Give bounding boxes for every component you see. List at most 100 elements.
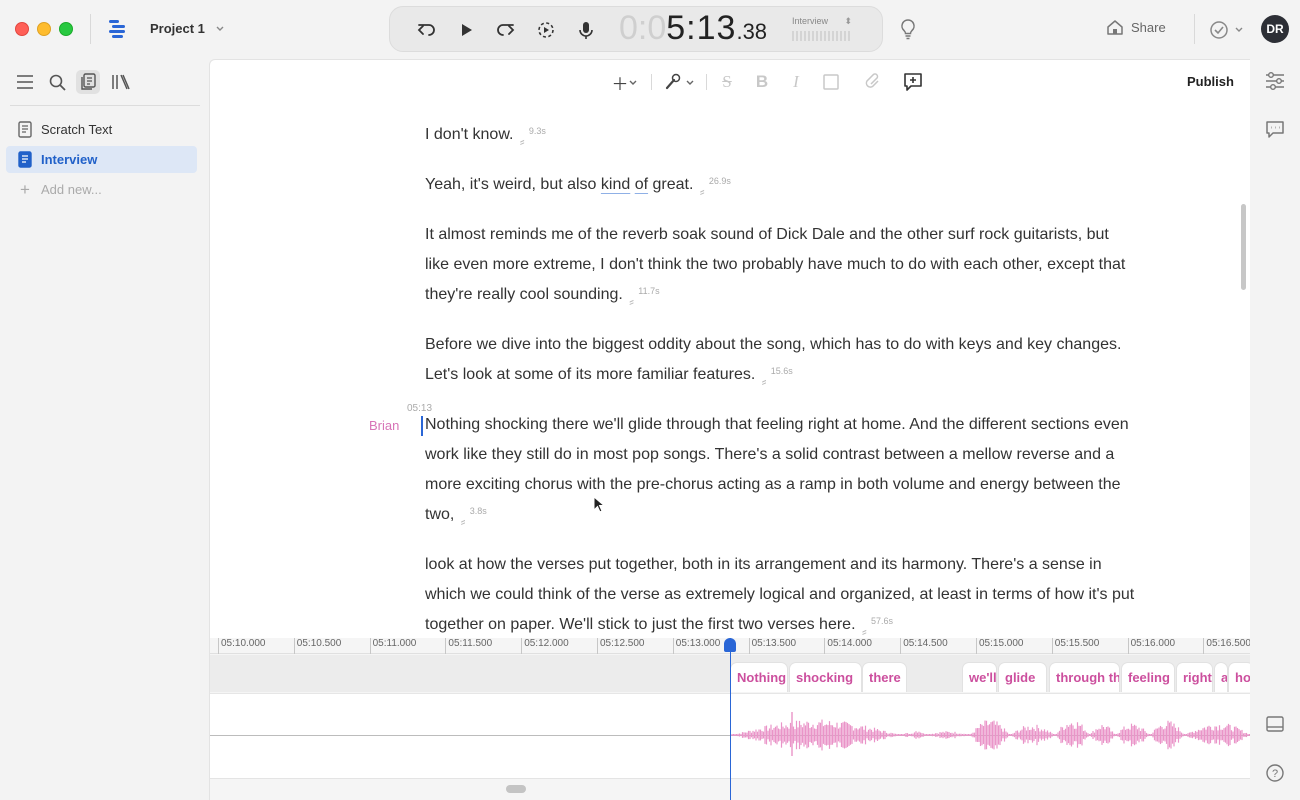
sidebar-item-label: Interview — [41, 152, 98, 167]
loop-icon[interactable] — [535, 19, 557, 41]
chevron-down-icon[interactable] — [215, 25, 225, 33]
divider — [651, 74, 652, 90]
share-button[interactable]: Share — [1106, 19, 1166, 35]
zoom-window-button[interactable] — [59, 22, 73, 36]
divider — [1194, 14, 1195, 44]
word-chip[interactable]: through th — [1049, 662, 1120, 692]
timecode-dim: 0:0 — [619, 9, 667, 47]
chevron-down-icon[interactable] — [685, 79, 695, 87]
menu-icon[interactable] — [13, 70, 37, 94]
document-selector[interactable]: Interview ⬍ — [792, 16, 852, 27]
play-icon[interactable] — [455, 19, 477, 41]
right-rail: ? — [1250, 59, 1300, 800]
paragraph[interactable]: Yeah, it's weird, but also kind of great… — [425, 170, 1135, 200]
gap-marker[interactable]: ⸗ 3.8s — [459, 506, 487, 529]
sidebar-item-scratch-text[interactable]: Scratch Text — [6, 116, 197, 143]
vertical-scrollbar[interactable] — [1241, 204, 1246, 290]
underlined-word[interactable]: of — [635, 176, 648, 193]
gap-marker-icon: ⸗ — [699, 182, 705, 199]
gap-marker-icon: ⸗ — [629, 292, 634, 309]
search-icon[interactable] — [45, 70, 69, 94]
publish-button[interactable]: Publish — [1187, 74, 1234, 89]
gap-marker[interactable]: ⸗ 26.9s — [698, 176, 731, 199]
word-chip[interactable]: there — [862, 662, 907, 692]
gap-marker[interactable]: ⸗ 11.7s — [627, 286, 659, 309]
transport-bar: 0:05:13.38 Interview ⬍ — [389, 6, 883, 52]
chevron-down-icon[interactable] — [628, 79, 638, 87]
level-meter — [792, 31, 850, 41]
add-new-button[interactable]: + Add new... — [6, 176, 197, 203]
skip-forward-icon[interactable] — [494, 19, 516, 41]
share-button-label: Share — [1131, 19, 1166, 35]
properties-icon[interactable] — [1264, 70, 1286, 92]
comments-icon[interactable] — [1264, 118, 1286, 140]
divider — [90, 14, 91, 44]
gap-marker-icon: ⸗ — [761, 372, 767, 389]
ruler-tick: 05:13.000 — [672, 638, 720, 654]
word-chip[interactable]: right — [1176, 662, 1213, 692]
italic-icon[interactable]: I — [784, 70, 808, 94]
chevron-down-icon[interactable] — [1234, 26, 1244, 34]
plus-icon: + — [20, 179, 30, 199]
gap-marker[interactable]: ⸗ 15.6s — [760, 366, 793, 389]
word-chip[interactable]: Nothing — [730, 662, 788, 692]
ruler-tick: 05:13.500 — [748, 638, 796, 654]
updown-chevron-icon: ⬍ — [844, 16, 853, 26]
lightbulb-icon[interactable] — [898, 18, 918, 40]
gap-duration: 26.9s — [708, 175, 731, 186]
minimize-window-button[interactable] — [37, 22, 51, 36]
gap-marker-icon: ⸗ — [519, 132, 525, 149]
gap-marker-icon: ⸗ — [861, 622, 867, 638]
word-chip[interactable]: ho — [1228, 662, 1250, 692]
add-comment-icon[interactable] — [901, 70, 925, 94]
gap-marker[interactable]: ⸗ 9.3s — [518, 126, 546, 149]
timeline: 05:10.000 05:10.500 05:11.000 05:11.500 05:1… — [209, 638, 1250, 800]
ruler-tick: 05:11.000 — [369, 638, 416, 654]
word-chip[interactable]: we'll — [962, 662, 997, 692]
microphone-icon[interactable] — [575, 19, 597, 41]
playhead-handle[interactable] — [724, 638, 736, 652]
word-chip[interactable]: glide — [998, 662, 1047, 692]
tools-icon[interactable] — [661, 70, 685, 94]
box-icon[interactable] — [819, 70, 843, 94]
word-chip[interactable]: a — [1214, 662, 1228, 692]
divider — [706, 74, 707, 90]
ruler-tick: 05:14.500 — [900, 638, 948, 654]
paragraph[interactable]: I don't know. ⸗ 9.3s — [425, 120, 1135, 150]
strikethrough-icon[interactable]: S — [715, 70, 739, 94]
paragraph[interactable]: look at how the verses put together, bot… — [425, 550, 1135, 638]
help-icon[interactable]: ? — [1264, 762, 1286, 784]
library-icon[interactable] — [109, 70, 133, 94]
ruler-tick: 05:16.000 — [1127, 638, 1175, 654]
close-window-button[interactable] — [15, 22, 29, 36]
ruler-tick: 05:15.500 — [1051, 638, 1099, 654]
timeline-toggle-icon[interactable] — [1264, 713, 1286, 735]
underlined-word[interactable]: kind — [601, 176, 630, 193]
documents-icon[interactable] — [76, 70, 100, 94]
paragraph[interactable]: Nothing shocking there we'll glide throu… — [425, 410, 1135, 530]
skip-back-icon[interactable] — [416, 19, 438, 41]
title-bar: Project 1 0:05:13.38 Interview ⬍ Share D… — [0, 0, 1300, 59]
sidebar-item-interview[interactable]: Interview — [6, 146, 197, 173]
project-title[interactable]: Project 1 — [150, 21, 205, 36]
timecode-main: 5:13 — [666, 9, 737, 47]
check-circle-icon[interactable] — [1209, 20, 1229, 40]
word-chip[interactable]: feeling — [1121, 662, 1175, 692]
playhead-line — [730, 638, 731, 800]
bold-icon[interactable]: B — [750, 70, 774, 94]
speaker-label[interactable]: Brian — [369, 418, 399, 433]
gap-duration: 11.7s — [638, 285, 660, 296]
user-avatar[interactable]: DR — [1261, 15, 1289, 43]
paragraph[interactable]: It almost reminds me of the reverb soak … — [425, 220, 1135, 310]
svg-text:?: ? — [1272, 768, 1278, 780]
gap-marker[interactable]: ⸗ 57.6s — [860, 616, 893, 638]
app-logo-icon[interactable] — [107, 18, 129, 40]
horizontal-scroll-thumb[interactable] — [506, 785, 526, 793]
text-caret — [421, 416, 423, 436]
word-chip[interactable]: shocking — [789, 662, 862, 692]
gap-duration: 9.3s — [528, 125, 546, 136]
paragraph-text: look at how the verses put together, bot… — [425, 556, 1135, 633]
paragraph[interactable]: Before we dive into the biggest oddity a… — [425, 330, 1135, 390]
link-icon[interactable] — [861, 70, 885, 94]
ruler-tick: 05:10.000 — [218, 638, 266, 654]
